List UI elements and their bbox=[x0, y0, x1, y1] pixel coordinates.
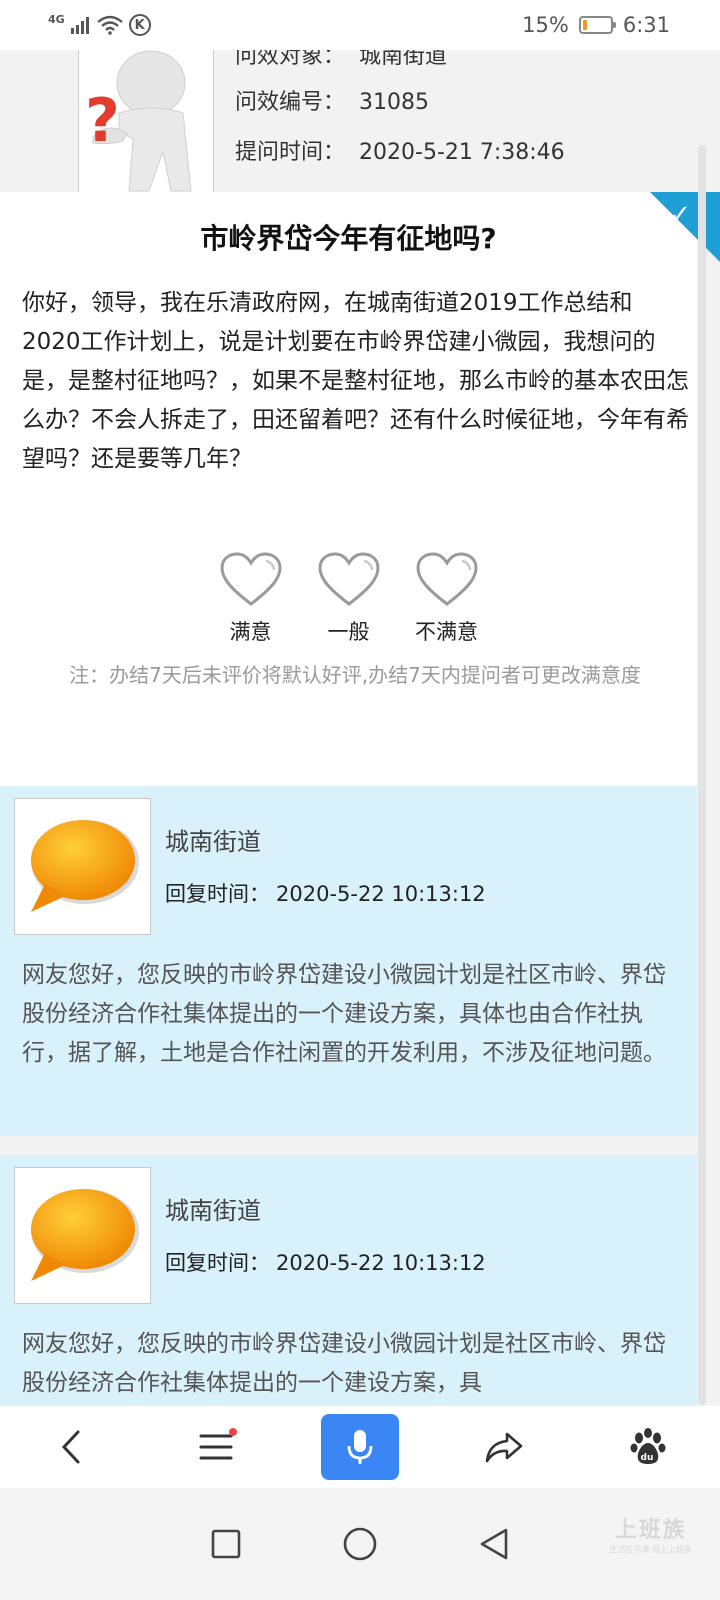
rating-label: 不满意 bbox=[415, 620, 478, 644]
voice-search-button[interactable] bbox=[321, 1414, 399, 1480]
reply-avatar bbox=[14, 798, 151, 935]
reply-author: 城南街道 bbox=[165, 1197, 261, 1225]
battery-icon bbox=[578, 16, 616, 34]
reply-body: 网友您好，您反映的市岭界岱建设小微园计划是社区市岭、界岱股份经济合作社集体提出的… bbox=[22, 1331, 666, 1396]
reply-avatar bbox=[14, 1167, 151, 1304]
rating-satisfied[interactable]: 满意 bbox=[219, 552, 282, 646]
question-target-row: 问效对象： 城南街道 bbox=[235, 50, 447, 70]
status-left: 4G K bbox=[48, 13, 151, 38]
question-id-row: 问效编号： 31085 bbox=[235, 84, 429, 116]
clock: 6:31 bbox=[622, 13, 670, 37]
rating-label: 一般 bbox=[327, 620, 370, 644]
question-target-label: 问效对象： bbox=[235, 50, 346, 69]
rating-label: 满意 bbox=[229, 620, 272, 644]
question-card: ✓ 市岭界岱今年有征地吗? 你好，领导，我在乐清政府网，在城南街道2019工作总… bbox=[0, 192, 720, 786]
satisfaction-rating: 满意 一般 不满意 bbox=[0, 552, 697, 646]
question-person-icon: ? bbox=[85, 50, 192, 192]
status-right: 15% 6:31 bbox=[522, 13, 670, 37]
signal-icon bbox=[70, 17, 89, 34]
reply-time-row: 回复时间： 2020-5-22 10:13:12 bbox=[165, 1247, 486, 1277]
page-scrollbar[interactable] bbox=[698, 145, 706, 1405]
reply-time-label: 回复时间： bbox=[165, 882, 270, 906]
baidu-text: du bbox=[641, 1453, 654, 1463]
network-label: 4G bbox=[48, 12, 65, 26]
site-watermark: 上班族 生活在乐清 网上上班族 bbox=[609, 1512, 692, 1555]
baidu-home-button[interactable]: du bbox=[609, 1414, 687, 1480]
speech-bubble-icon bbox=[30, 819, 139, 912]
baidu-paw-icon: du bbox=[630, 1428, 666, 1464]
speech-bubble-icon bbox=[30, 1188, 139, 1281]
rating-dissatisfied[interactable]: 不满意 bbox=[415, 552, 478, 646]
menu-button[interactable] bbox=[177, 1414, 255, 1480]
question-time-value: 2020-5-21 7:38:46 bbox=[359, 140, 565, 165]
rating-neutral[interactable]: 一般 bbox=[317, 552, 380, 646]
back-icon bbox=[61, 1430, 80, 1464]
reply-body: 网友您好，您反映的市岭界岱建设小微园计划是社区市岭、界岱股份经济合作社集体提出的… bbox=[22, 962, 666, 1066]
svg-text:?: ? bbox=[85, 86, 120, 156]
status-bar: 4G K 15% 6:31 bbox=[0, 0, 720, 50]
question-body: 你好，领导，我在乐清政府网，在城南街道2019工作总结和2020工作计划上，说是… bbox=[22, 290, 689, 472]
reply-time-value: 2020-5-22 10:13:12 bbox=[276, 882, 486, 906]
question-avatar: ? bbox=[78, 50, 214, 192]
heart-outline-icon bbox=[415, 552, 478, 606]
back-button[interactable] bbox=[33, 1414, 111, 1480]
reply-card: 城南街道 回复时间： 2020-5-22 10:13:12 网友您好，您反映的市岭… bbox=[0, 786, 697, 1136]
wifi-icon bbox=[96, 15, 123, 35]
share-icon bbox=[485, 1432, 523, 1463]
rating-note: 注：办结7天后未评价将默认好评,办结7天内提问者可更改满意度 bbox=[69, 663, 641, 687]
reply-author: 城南街道 bbox=[165, 828, 261, 856]
heart-outline-icon bbox=[219, 552, 282, 606]
heart-outline-icon bbox=[317, 552, 380, 606]
battery-percent: 15% bbox=[522, 13, 569, 37]
watermark-main: 上班族 bbox=[614, 1518, 687, 1543]
home-icon[interactable] bbox=[342, 1526, 378, 1562]
k-app-icon: K bbox=[128, 14, 151, 36]
watermark-sub: 生活在乐清 网上上班族 bbox=[609, 1545, 692, 1554]
question-title: 市岭界岱今年有征地吗? bbox=[200, 222, 497, 255]
reply-time-value: 2020-5-22 10:13:12 bbox=[276, 1251, 486, 1275]
reply-time-row: 回复时间： 2020-5-22 10:13:12 bbox=[165, 878, 486, 908]
question-id-label: 问效编号： bbox=[235, 90, 346, 115]
reply-card: 城南街道 回复时间： 2020-5-22 10:13:12 网友您好，您反映的市岭… bbox=[0, 1155, 697, 1406]
question-time-row: 提问时间： 2020-5-21 7:38:46 bbox=[235, 134, 565, 166]
notification-dot bbox=[229, 1428, 237, 1436]
microphone-icon bbox=[347, 1430, 373, 1464]
browser-toolbar: du bbox=[0, 1406, 720, 1488]
recents-icon[interactable] bbox=[210, 1528, 242, 1560]
question-meta-header: ? 问效对象： 城南街道 问效编号： 31085 提问时间： 2020-5-21 7:… bbox=[0, 50, 720, 192]
share-button[interactable] bbox=[465, 1414, 543, 1480]
menu-icon bbox=[199, 1434, 233, 1460]
question-time-label: 提问时间： bbox=[235, 140, 346, 165]
system-back-icon[interactable] bbox=[478, 1527, 510, 1561]
battery-level-fill bbox=[582, 20, 588, 30]
question-target-value: 城南街道 bbox=[359, 50, 448, 69]
question-id-value: 31085 bbox=[359, 90, 430, 115]
reply-time-label: 回复时间： bbox=[165, 1251, 270, 1275]
